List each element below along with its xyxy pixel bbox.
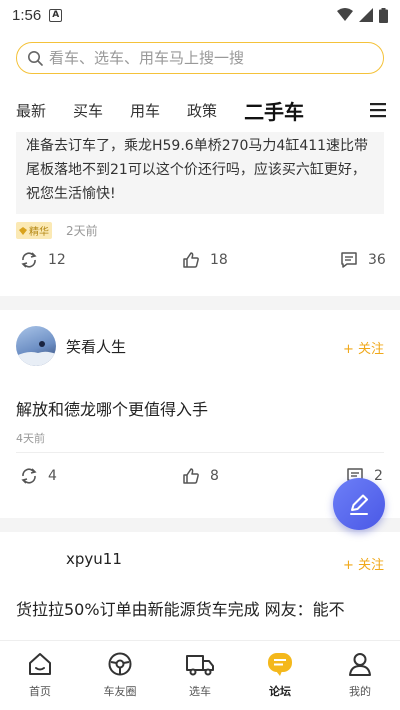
featured-badge-label: 精华 xyxy=(29,227,49,238)
nav-profile[interactable]: 我的 xyxy=(320,641,400,710)
share-button[interactable]: 12 xyxy=(20,251,66,269)
status-bar: 1:56 A xyxy=(0,0,400,30)
follow-button[interactable]: + 关注 xyxy=(343,338,384,357)
thumbs-up-icon xyxy=(183,468,199,484)
post-title[interactable]: 解放和德龙哪个更值得入手 xyxy=(16,396,208,420)
nav-circle[interactable]: 车友圈 xyxy=(80,641,160,710)
nav-home[interactable]: 首页 xyxy=(0,641,80,710)
avatar-image xyxy=(16,341,56,366)
notification-a-icon: A xyxy=(49,8,63,22)
profile-icon xyxy=(349,653,371,676)
search-input[interactable] xyxy=(49,49,373,67)
like-button[interactable]: 18 xyxy=(182,251,228,269)
truck-icon xyxy=(186,655,214,676)
divider xyxy=(16,452,384,453)
post-card[interactable]: xpyu11 + 关注 货拉拉50%订单由新能源货车完成 网友：能不 xyxy=(0,532,400,640)
post-feed[interactable]: 准备去订车了，乘龙H59.6单桥270马力4缸411速比带尾板落地不到21可以这… xyxy=(0,132,400,640)
comment-button[interactable]: 36 xyxy=(340,251,386,269)
username[interactable]: 笑看人生 xyxy=(66,336,126,357)
comment-icon xyxy=(341,252,357,268)
share-count: 12 xyxy=(48,252,66,268)
share-count: 4 xyxy=(48,468,57,484)
nav-forum[interactable]: 论坛 xyxy=(240,641,320,710)
post-title[interactable]: 货拉拉50%订单由新能源货车完成 网友：能不 xyxy=(16,596,345,620)
tab-use-car[interactable]: 用车 xyxy=(130,100,160,121)
thumbs-up-icon xyxy=(183,252,199,268)
username[interactable]: xpyu11 xyxy=(66,550,122,568)
bottom-nav: 首页 车友圈 选车 论坛 我的 xyxy=(0,640,400,710)
tab-buy-car[interactable]: 买车 xyxy=(73,100,103,121)
nav-circle-label: 车友圈 xyxy=(103,685,137,698)
nav-profile-label: 我的 xyxy=(349,685,371,698)
nav-home-label: 首页 xyxy=(29,685,51,698)
home-icon xyxy=(29,653,51,675)
follow-button[interactable]: + 关注 xyxy=(343,554,384,573)
search-box[interactable] xyxy=(16,42,384,74)
share-icon xyxy=(21,468,37,484)
featured-badge: 精华 xyxy=(16,222,52,239)
post-quote: 准备去订车了，乘龙H59.6单桥270马力4缸411速比带尾板落地不到21可以这… xyxy=(16,132,384,214)
nav-forum-label: 论坛 xyxy=(269,685,291,698)
like-count: 8 xyxy=(210,468,219,484)
nav-select-car[interactable]: 选车 xyxy=(160,641,240,710)
wifi-icon xyxy=(337,8,353,21)
pencil-icon xyxy=(350,494,368,515)
menu-icon[interactable] xyxy=(368,100,388,120)
post-time: 4天前 xyxy=(16,432,45,445)
category-tabs: 最新 买车 用车 政策 二手车 xyxy=(0,88,400,132)
battery-icon xyxy=(379,7,388,23)
status-icons xyxy=(337,7,388,23)
status-time: 1:56 xyxy=(12,6,42,24)
search-icon xyxy=(28,51,43,66)
search-bar xyxy=(0,30,400,88)
tab-latest[interactable]: 最新 xyxy=(16,100,46,121)
share-icon xyxy=(21,252,37,268)
post-card[interactable]: 准备去订车了，乘龙H59.6单桥270马力4缸411速比带尾板落地不到21可以这… xyxy=(0,132,400,296)
signal-icon xyxy=(359,8,373,22)
circle-icon xyxy=(108,652,132,676)
forum-icon xyxy=(268,653,292,676)
comment-count: 36 xyxy=(368,252,386,268)
tab-policy[interactable]: 政策 xyxy=(187,100,217,121)
share-button[interactable]: 4 xyxy=(20,467,57,485)
compose-button[interactable] xyxy=(333,478,385,530)
post-meta: 精华 2天前 xyxy=(16,222,98,239)
tab-used-car[interactable]: 二手车 xyxy=(244,96,311,128)
nav-select-car-label: 选车 xyxy=(189,685,211,698)
like-count: 18 xyxy=(210,252,228,268)
avatar[interactable] xyxy=(16,326,56,366)
like-button[interactable]: 8 xyxy=(182,467,219,485)
post-time: 2天前 xyxy=(66,224,98,238)
diamond-icon xyxy=(19,226,27,235)
comment-count: 2 xyxy=(374,468,383,484)
